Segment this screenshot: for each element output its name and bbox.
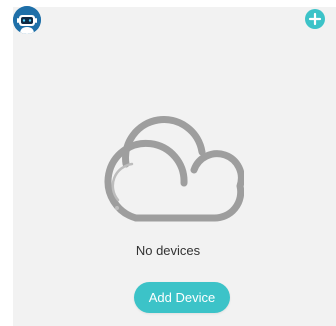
robot-avatar-icon[interactable] [13, 6, 41, 34]
empty-state-text: No devices [135, 243, 201, 258]
cloud-icon [94, 112, 245, 224]
add-device-button[interactable]: Add Device [134, 282, 230, 313]
plus-icon[interactable] [305, 9, 325, 29]
